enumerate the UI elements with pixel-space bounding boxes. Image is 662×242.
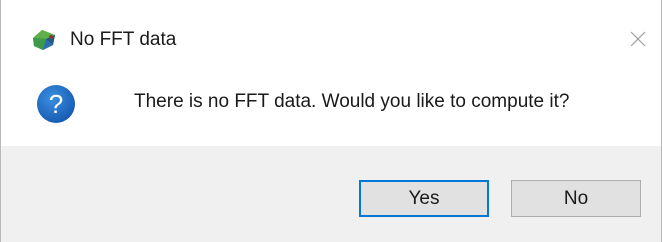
question-icon: ?	[36, 84, 76, 124]
close-button[interactable]	[615, 0, 661, 78]
button-bar: Yes No	[1, 146, 661, 242]
close-icon	[630, 31, 646, 47]
no-button[interactable]: No	[511, 180, 641, 217]
dialog-title: No FFT data	[70, 29, 177, 50]
dialog-message: There is no FFT data. Would you like to …	[134, 91, 570, 112]
app-logo-icon	[31, 28, 57, 52]
dialog-content: ? There is no FFT data. Would you like t…	[1, 78, 661, 134]
yes-button[interactable]: Yes	[359, 180, 489, 217]
message-dialog: No FFT data ? There is no FFT data. Woul…	[0, 0, 662, 242]
title-bar[interactable]: No FFT data	[1, 0, 661, 78]
svg-text:?: ?	[49, 89, 63, 119]
